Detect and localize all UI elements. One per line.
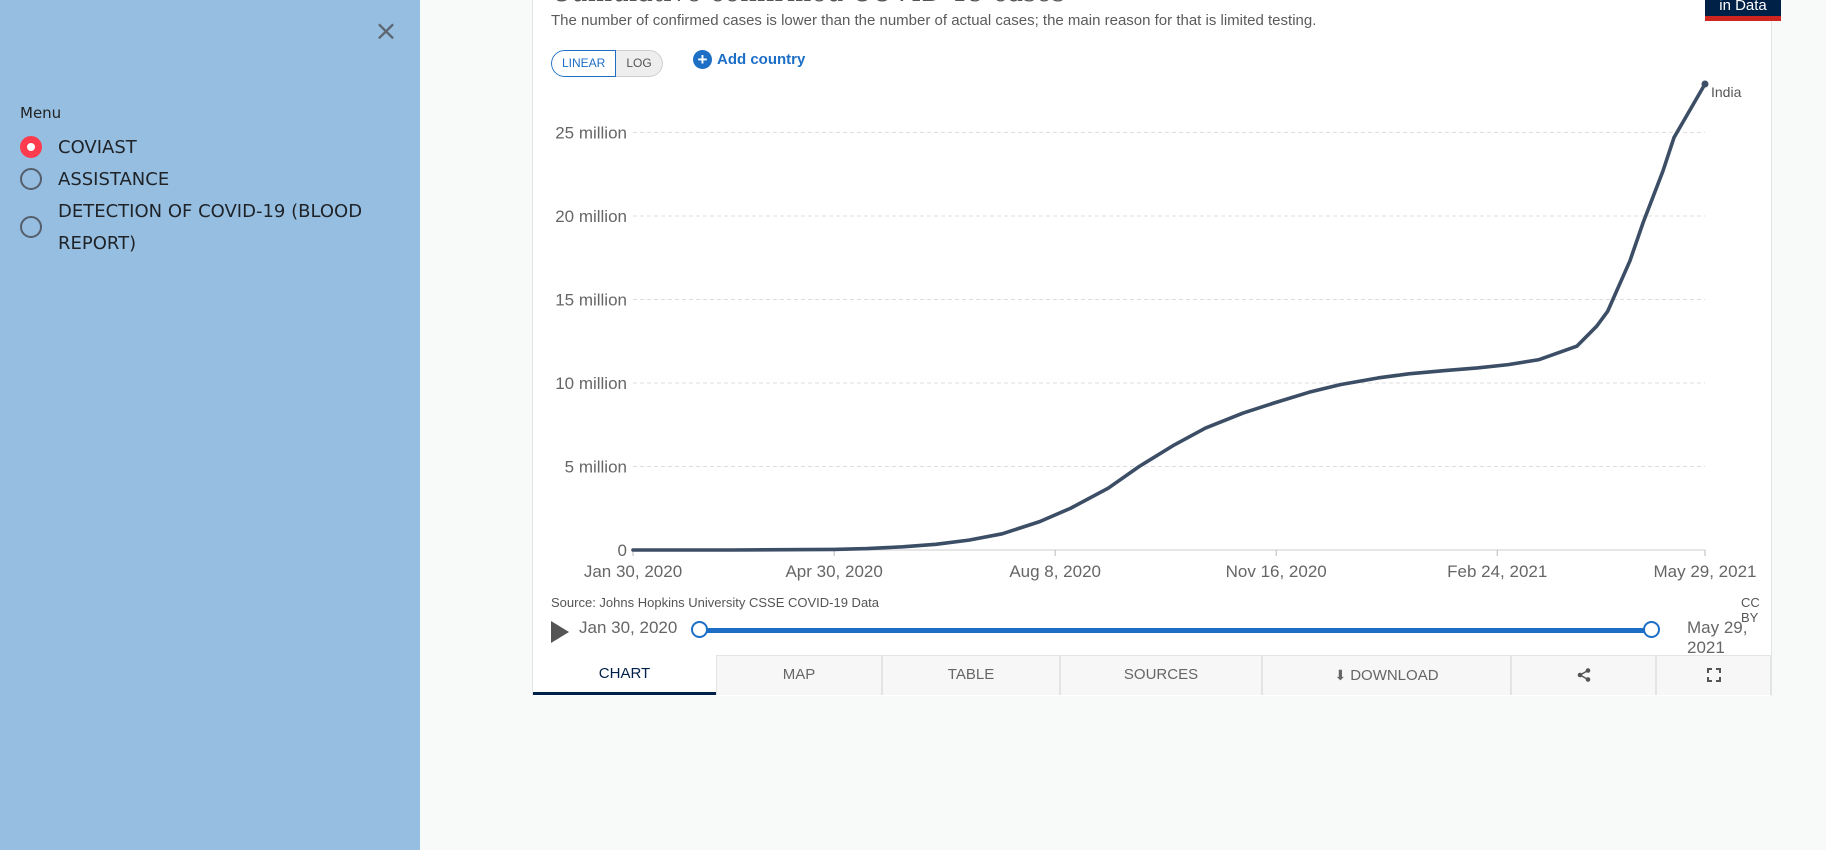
timeline-track[interactable] (699, 628, 1651, 633)
x-tick-label: May 29, 2021 (1653, 562, 1756, 581)
menu-item-label: COVIAST (58, 137, 137, 158)
timeline-end-handle[interactable] (1643, 621, 1660, 638)
menu-item-detection[interactable]: DETECTION OF COVID-19 (BLOOD REPORT) (20, 196, 378, 260)
timeline-start-label: Jan 30, 2020 (579, 618, 678, 637)
series-line (631, 82, 1707, 552)
x-tick-label: Apr 30, 2020 (785, 562, 882, 581)
y-tick-label: 0 (618, 541, 627, 560)
tab-download[interactable]: ⬇ DOWNLOAD (1262, 655, 1511, 695)
y-tick-label: 20 million (555, 207, 627, 226)
timeline-start-handle[interactable] (691, 621, 708, 638)
tab-share[interactable] (1511, 655, 1656, 695)
play-icon[interactable] (551, 621, 569, 643)
tab-bar: CHART MAP TABLE SOURCES ⬇ DOWNLOAD (533, 655, 1771, 695)
download-icon: ⬇ (1334, 667, 1347, 683)
line-chart: 0 5 million 10 million 15 million 20 million… (555, 80, 1757, 581)
menu-item-label: ASSISTANCE (58, 169, 170, 190)
radio-unselected-icon[interactable] (20, 216, 42, 238)
menu-item-label: DETECTION OF COVID-19 (BLOOD REPORT) (58, 201, 363, 254)
source-note[interactable]: Source: Johns Hopkins University CSSE CO… (551, 595, 879, 610)
sidebar: × Menu COVIAST ASSISTANCE DETECTION OF C… (0, 0, 420, 850)
tab-download-label: DOWNLOAD (1350, 667, 1439, 684)
y-tick-label: 10 million (555, 374, 627, 393)
fullscreen-icon (1706, 668, 1721, 683)
tab-sources[interactable]: SOURCES (1060, 655, 1262, 695)
share-icon (1577, 668, 1590, 682)
close-icon[interactable]: × (372, 14, 400, 48)
chart-card: Cumulative confirmed COVID-19 cases The … (532, 0, 1781, 696)
x-tick-label: Feb 24, 2021 (1447, 562, 1547, 581)
radio-unselected-icon[interactable] (20, 168, 42, 190)
series-label: India (1711, 84, 1742, 100)
x-tick-label: Nov 16, 2020 (1226, 562, 1327, 581)
tab-table[interactable]: TABLE (882, 655, 1060, 695)
series-end-point (1701, 80, 1709, 88)
y-tick-label: 15 million (555, 290, 627, 309)
timeline: Jan 30, 2020 May 29, 2021 (551, 614, 1755, 657)
radio-selected-icon[interactable] (20, 136, 42, 158)
x-tick-label: Jan 30, 2020 (584, 562, 682, 581)
x-tick-label: Aug 8, 2020 (1009, 562, 1101, 581)
y-tick-label: 25 million (555, 123, 627, 142)
tab-chart[interactable]: CHART (533, 655, 716, 695)
timeline-end-label: May 29, 2021 (1687, 618, 1748, 657)
y-tick-label: 5 million (565, 457, 627, 476)
tab-fullscreen[interactable] (1656, 655, 1771, 695)
menu-item-assistance[interactable]: ASSISTANCE (20, 164, 378, 196)
menu-label: Menu (20, 104, 62, 122)
tab-map[interactable]: MAP (716, 655, 882, 695)
menu-item-coviast[interactable]: COVIAST (20, 132, 378, 164)
